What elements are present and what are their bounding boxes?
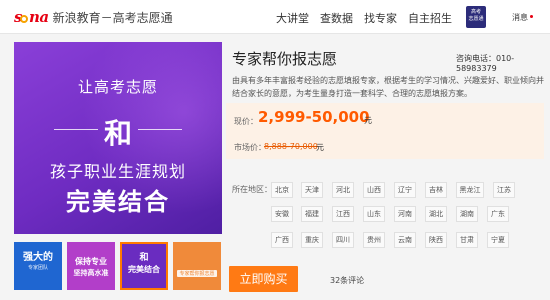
nav-item-admission[interactable]: 自主招生 [408,10,452,26]
buy-now-button[interactable]: 立即购买 [229,266,298,292]
thumbnail-4-label: 专家帮你报志愿 [177,270,217,277]
banner-line-3: 孩子职业生涯规划 [49,162,186,181]
region-option[interactable]: 云南 [394,232,416,248]
sina-logo-text: s na [14,8,49,26]
region-option[interactable]: 江西 [332,206,354,222]
banner-line-2: 和 [103,117,132,150]
region-option[interactable]: 福建 [301,206,323,222]
region-option[interactable]: 山东 [363,206,385,222]
banner-line-1: 让高考志愿 [77,78,158,96]
nav-item-experts[interactable]: 找专家 [364,10,397,26]
nav-item-lecture[interactable]: 大讲堂 [276,10,309,26]
region-option[interactable]: 广东 [487,206,509,222]
price-unit: 元 [364,116,372,125]
thumbnail-1[interactable]: 强大的 专家团队 [14,242,62,290]
avatar[interactable]: 高考 志愿通 [466,6,486,28]
region-label: 所在地区： [232,185,272,194]
region-option[interactable]: 贵州 [363,232,385,248]
region-option[interactable]: 重庆 [301,232,323,248]
thumbnail-3-selected[interactable]: 和 完美结合 [120,242,168,290]
product-title: 专家帮你报志愿 [232,50,338,68]
region-option[interactable]: 甘肃 [456,232,478,248]
region-option[interactable]: 广西 [271,232,293,248]
market-price-unit: 元 [316,143,324,152]
thumbnail-1-subtitle: 专家团队 [27,265,48,271]
region-option[interactable]: 河北 [332,182,354,198]
region-option[interactable]: 湖北 [425,206,447,222]
consult-phone: 咨询电话：010-58983379 [456,54,515,73]
market-price-label: 市场价： [234,143,266,152]
region-option[interactable]: 江苏 [493,182,515,198]
price-label: 现价： [234,117,258,126]
comments-link[interactable]: 32条评论 [330,275,364,286]
nav-item-data[interactable]: 查数据 [320,10,353,26]
thumbnail-3-title: 完美结合 [128,265,160,274]
region-option[interactable]: 河南 [394,206,416,222]
banner-line-4: 完美结合 [66,188,170,216]
region-option[interactable]: 吉林 [425,182,447,198]
market-price-value: 8,888-70,000 [264,142,318,151]
region-option[interactable]: 安徽 [271,206,293,222]
thumbnail-2-subtitle: 坚持高水准 [73,269,109,277]
site-title: 新浪教育－高考志愿通 [52,10,173,25]
product-banner-image: 让高考志愿 和 孩子职业生涯规划 完美结合 [14,42,222,234]
top-nav-bar: s na 新浪教育－高考志愿通 大讲堂 查数据 找专家 自主招生 高考 志愿通 消息 [0,0,550,34]
region-option[interactable]: 四川 [332,232,354,248]
thumbnail-2[interactable]: 保持专业 坚持高水准 [67,242,115,290]
site-logo[interactable]: s na 新浪教育－高考志愿通 [14,8,173,26]
notification-dot-icon [530,15,533,18]
region-option[interactable]: 辽宁 [394,182,416,198]
price-box: 现价： 2,999-50,000 元 市场价： 8,888-70,000 元 [226,103,544,159]
region-option[interactable]: 湖南 [456,206,478,222]
region-option[interactable]: 黑龙江 [456,182,484,198]
thumbnail-3-and: 和 [139,253,149,263]
banner-and-row: 和 [14,112,222,150]
thumbnail-2-title: 保持专业 [75,257,107,266]
thumbnail-1-title: 强大的 [23,252,53,263]
region-option[interactable]: 山西 [363,182,385,198]
avatar-text: 高考 志愿通 [468,9,484,22]
price-value: 2,999-50,000 [258,108,370,126]
product-description: 由具有多年丰富报考经验的志愿填报专家，根据考生的学习情况、兴趣爱好、职业倾向并结… [232,76,544,98]
region-option[interactable]: 北京 [271,182,293,198]
region-option[interactable]: 天津 [301,182,323,198]
region-option[interactable]: 陕西 [425,232,447,248]
messages-link[interactable]: 消息 [512,12,528,23]
region-option[interactable]: 宁夏 [487,232,509,248]
thumbnail-4[interactable]: 专家帮你报志愿 [173,242,221,290]
